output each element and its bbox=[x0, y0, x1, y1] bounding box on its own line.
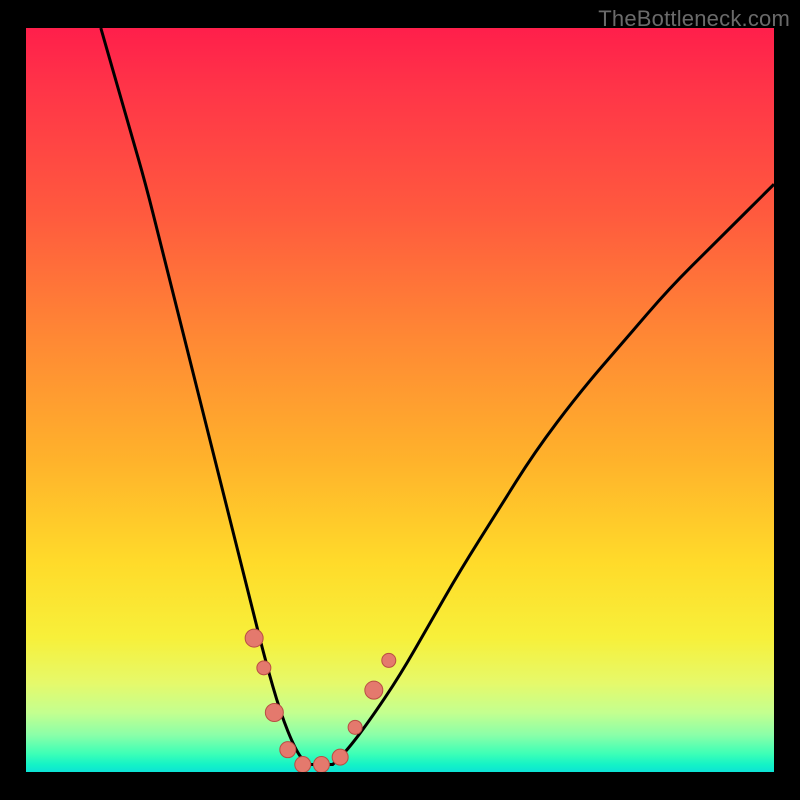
marker-dot bbox=[313, 757, 329, 772]
marker-dot bbox=[332, 749, 348, 765]
marker-dot bbox=[295, 757, 311, 772]
marker-dot bbox=[365, 681, 383, 699]
watermark-text: TheBottleneck.com bbox=[598, 6, 790, 32]
chart-frame: TheBottleneck.com bbox=[0, 0, 800, 800]
marker-dot bbox=[257, 661, 271, 675]
marker-dot bbox=[382, 653, 396, 667]
marker-dot bbox=[348, 720, 362, 734]
marker-dot bbox=[265, 703, 283, 721]
marker-dot bbox=[280, 742, 296, 758]
marker-dot bbox=[245, 629, 263, 647]
data-markers bbox=[26, 28, 774, 772]
plot-area bbox=[26, 28, 774, 772]
